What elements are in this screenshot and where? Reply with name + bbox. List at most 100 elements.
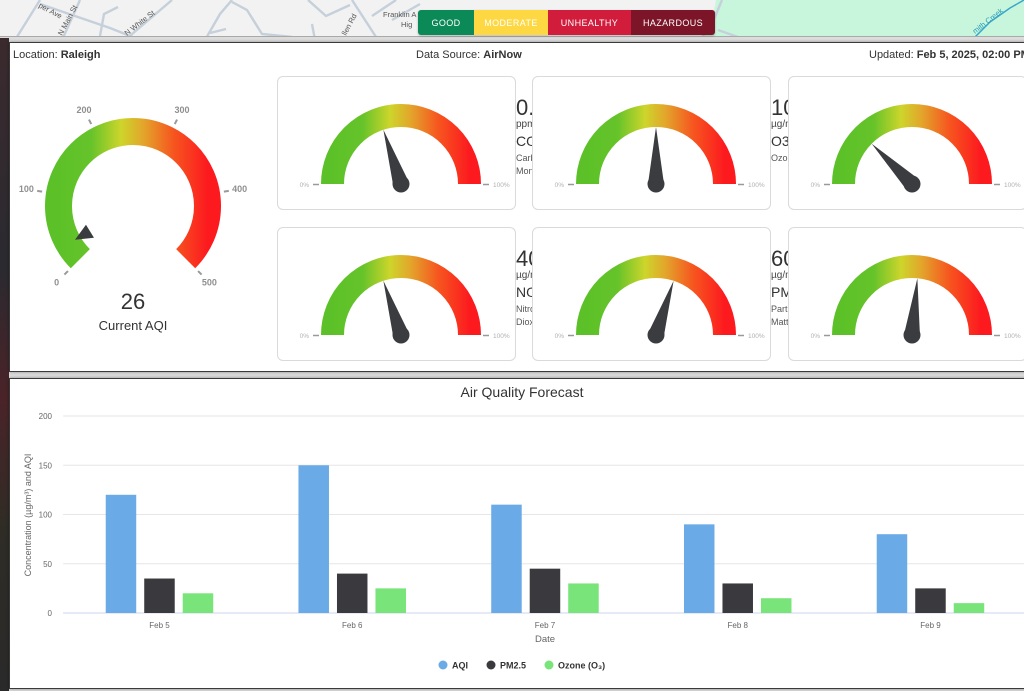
gauge-needle-pivot	[647, 175, 665, 193]
chart-legend: AQI PM2.5 Ozone (O₃)	[438, 660, 606, 671]
bar-pm2-5-feb-7	[529, 568, 561, 613]
y-tick-label: 200	[39, 412, 53, 421]
aqi-gauge-tick-label: 400	[232, 184, 247, 194]
aqi-caption: Current AQI	[98, 318, 168, 333]
pollutant-card: 0% 100%	[788, 76, 1024, 210]
pollutant-card-pm25: 0%100% 60 µg/m³ PM2.5 Particulate Matter…	[532, 227, 814, 361]
aqi-gauge-tick-label: 300	[175, 105, 190, 115]
gauge-needle-pivot	[392, 326, 410, 344]
x-tick-label: Feb 8	[727, 621, 748, 630]
gauge-max-label: 100%	[1004, 333, 1021, 340]
pollutant-gauge: 0% 100%	[811, 104, 1021, 193]
gauge-min-label: 0%	[555, 182, 565, 189]
gauge-needle-pivot	[647, 326, 665, 344]
aqi-value: 26	[120, 289, 146, 314]
bar-ozone-o-feb-5	[182, 593, 214, 613]
aqi-gauge-tick-label: 0	[54, 277, 59, 287]
bar-aqi-feb-5	[105, 494, 137, 613]
bar-ozone-o-feb-8	[760, 598, 792, 613]
pollutant-gauge-arc	[832, 104, 992, 185]
forecast-panel: 0 50 100 150 200 Feb 5 Feb 6 Feb 7 Feb 8 Feb 9 Ai…	[9, 378, 1024, 689]
aqi-gauge-tick	[63, 270, 69, 276]
updated-value: Feb 5, 2025, 02:00 PM	[916, 49, 1024, 61]
bar-aqi-feb-8	[683, 524, 715, 613]
data-source-value: AirNow	[483, 49, 522, 61]
pollutant-gauge: 0% 100%	[555, 104, 765, 193]
aqi-category-good[interactable]: GOOD	[418, 10, 474, 35]
y-tick-label: 50	[43, 560, 52, 569]
aqi-category-legend: GOOD MODERATE UNHEALTHY HAZARDOUS	[418, 10, 715, 35]
bar-aqi-feb-6	[298, 465, 329, 613]
gauge-needle-pivot	[903, 175, 921, 193]
pollutant-card: 0% 100%	[788, 227, 1024, 361]
updated-info: Updated: Feb 5, 2025, 02:00 PM	[869, 49, 1024, 61]
bar-ozone-o-feb-6	[375, 588, 406, 613]
x-tick-label: Feb 6	[342, 621, 363, 630]
aqi-gauge-tick-label: 100	[19, 184, 34, 194]
pollutant-gauge: 0% 100%	[811, 255, 1021, 344]
gauge-max-label: 100%	[1004, 182, 1021, 189]
gauge-max-label: 100%	[748, 182, 765, 189]
x-tick-label: Feb 5	[149, 621, 170, 630]
aqi-gauge-tick	[223, 189, 229, 193]
legend-label-aqi: AQI	[452, 661, 468, 671]
legend-marker-pm25	[486, 660, 496, 670]
chart-bars	[105, 465, 985, 613]
aqi-category-unhealthy[interactable]: UNHEALTHY	[548, 10, 631, 35]
data-source-label: Data Source:	[416, 49, 481, 61]
aqi-gauge-tick-label: 500	[202, 277, 217, 287]
bar-pm2-5-feb-9	[915, 588, 946, 613]
pollutant-card-co: 0%100% 0.8 ppm CO Carbon Monoxide	[277, 76, 555, 210]
gauge-min-label: 0%	[555, 333, 565, 340]
gauge-max-label: 100%	[493, 333, 510, 340]
y-tick-label: 100	[39, 511, 53, 520]
bar-aqi-feb-7	[491, 504, 522, 613]
legend-item-pm25[interactable]: PM2.5	[486, 660, 527, 671]
legend-item-ozone[interactable]: Ozone (O₃)	[544, 660, 606, 671]
gauge-max-label: 100%	[493, 182, 510, 189]
background-edge	[0, 38, 9, 691]
legend-item-aqi[interactable]: AQI	[438, 660, 469, 671]
chart-title: Air Quality Forecast	[461, 384, 584, 400]
current-conditions-panel: Location: Raleigh Data Source: AirNow Up…	[9, 42, 1024, 372]
bar-pm2-5-feb-8	[722, 583, 753, 613]
gauge-min-label: 0%	[300, 333, 310, 340]
aqi-gauge-tick	[197, 270, 203, 276]
map-label-place: Franklin A	[383, 10, 416, 19]
bar-pm2-5-feb-6	[336, 573, 368, 613]
y-tick-label: 150	[39, 461, 53, 470]
pollutant-gauge: 0% 100%	[555, 255, 765, 344]
legend-label-pm25: PM2.5	[500, 661, 526, 671]
aqi-gauge-arc	[45, 118, 221, 269]
legend-marker-aqi	[438, 660, 448, 670]
aqi-category-hazardous[interactable]: HAZARDOUS	[631, 10, 715, 35]
gauge-min-label: 0%	[811, 182, 821, 189]
legend-marker-ozone	[544, 660, 554, 670]
data-source-info: Data Source: AirNow	[416, 49, 522, 61]
aqi-gauge-tick-label: 200	[76, 105, 91, 115]
map-label-place: Hig	[401, 20, 412, 29]
aqi-gauge-tick	[173, 119, 178, 125]
x-tick-label: Feb 7	[535, 621, 556, 630]
gauge-min-label: 0%	[811, 333, 821, 340]
pollutant-card-o3: 0%100% 100 µg/m³ O3 Ozone	[532, 76, 808, 210]
bar-aqi-feb-9	[876, 534, 908, 613]
gauge-max-label: 100%	[748, 333, 765, 340]
forecast-bar-chart: 0 50 100 150 200 Feb 5 Feb 6 Feb 7 Feb 8 Feb 9 Ai…	[23, 384, 1024, 671]
aqi-category-moderate[interactable]: MODERATE	[474, 10, 548, 35]
legend-label-ozone: Ozone (O₃)	[558, 661, 605, 671]
pollutant-card-no2: 0%100% 40 µg/m³ NO2 Nitrogen Dioxide	[277, 227, 550, 361]
pollutant-gauge: 0% 100%	[300, 255, 510, 344]
aqi-gauge-marker	[74, 224, 94, 240]
aqi-gauge-tick	[37, 189, 43, 193]
gauge-needle-pivot	[392, 175, 410, 193]
bar-pm2-5-feb-5	[144, 578, 175, 613]
bar-ozone-o-feb-7	[568, 583, 599, 613]
x-axis-title: Date	[535, 634, 555, 645]
bar-ozone-o-feb-9	[953, 603, 985, 613]
y-tick-label: 0	[48, 609, 53, 618]
gauge-needle	[648, 127, 664, 184]
aqi-gauge-tick	[88, 119, 93, 125]
gauge-needle-pivot	[903, 326, 921, 344]
x-tick-label: Feb 9	[920, 621, 941, 630]
